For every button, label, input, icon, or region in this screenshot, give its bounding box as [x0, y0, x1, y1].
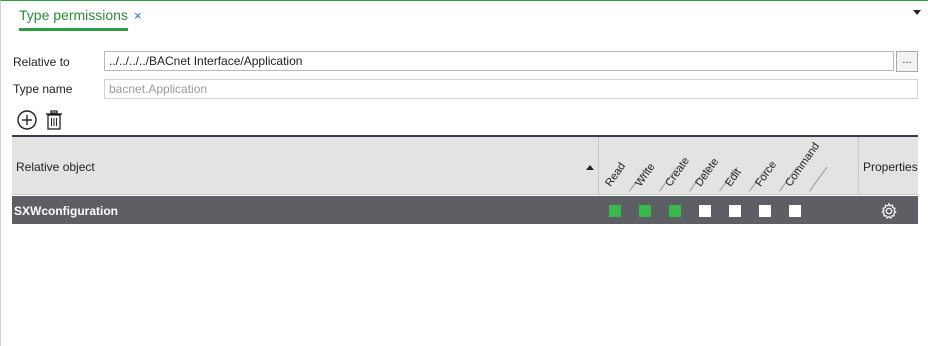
tab-active-indicator [19, 28, 128, 31]
permission-checkbox-write[interactable] [639, 205, 651, 217]
permission-header-edit[interactable]: Edit [723, 167, 744, 189]
sort-ascending-icon[interactable] [586, 165, 594, 170]
relative-to-label: Relative to [13, 55, 70, 69]
gear-icon[interactable] [880, 202, 898, 220]
permission-checkbox-force[interactable] [759, 205, 771, 217]
table-header: Relative object Read Write Create Delete Edi… [12, 135, 918, 195]
tab-title[interactable]: Type permissions [19, 7, 128, 23]
permission-checkbox-delete[interactable] [699, 205, 711, 217]
permission-checkbox-edit[interactable] [729, 205, 741, 217]
permission-checkbox-create[interactable] [669, 205, 681, 217]
permission-header-divider [809, 166, 828, 192]
permission-header-force[interactable]: Force [753, 159, 779, 189]
permission-header-create[interactable]: Create [663, 155, 692, 189]
column-header-relative-object[interactable]: Relative object [16, 160, 95, 174]
table-row[interactable]: SXWconfiguration [12, 196, 918, 224]
permission-header-delete[interactable]: Delete [693, 156, 721, 189]
trash-icon[interactable] [43, 109, 65, 131]
column-divider [858, 137, 859, 195]
column-header-properties[interactable]: Properties [863, 160, 918, 174]
permission-checkbox-read[interactable] [609, 205, 621, 217]
column-divider [598, 137, 599, 195]
close-icon[interactable]: × [134, 8, 142, 23]
type-name-field: bacnet.Application [104, 79, 918, 99]
permission-checkbox-command[interactable] [789, 205, 801, 217]
permission-header-write[interactable]: Write [633, 161, 657, 189]
permission-header-read[interactable]: Read [603, 161, 628, 189]
type-name-label: Type name [13, 82, 73, 96]
relative-to-field[interactable]: ../../../../BACnet Interface/Application [104, 51, 894, 71]
row-name: SXWconfiguration [14, 204, 118, 218]
browse-button[interactable]: ... [896, 51, 918, 72]
add-circle-icon[interactable] [16, 109, 38, 131]
tab-list-dropdown-icon[interactable] [913, 10, 921, 15]
